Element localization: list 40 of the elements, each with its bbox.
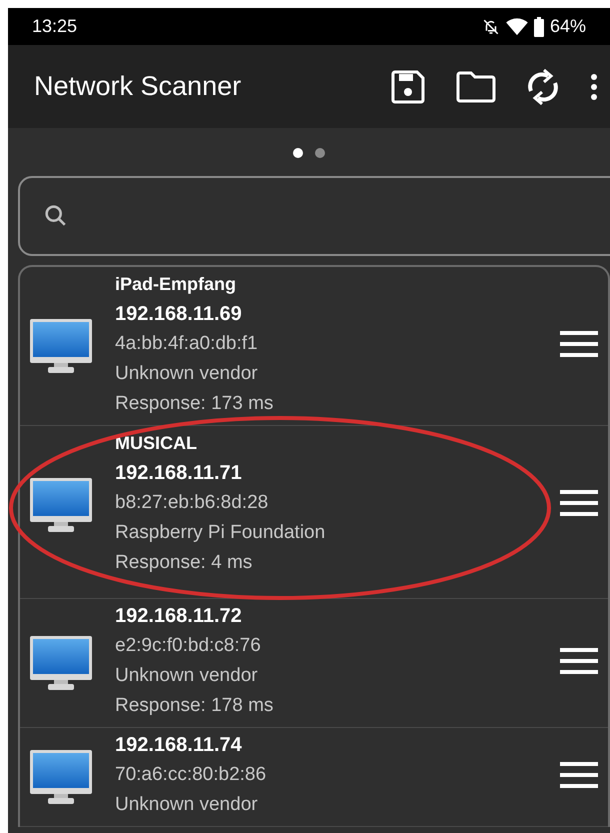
monitor-icon: [30, 478, 92, 534]
menu-icon[interactable]: [560, 490, 598, 516]
ip-address: 192.168.11.72: [115, 604, 243, 629]
response-time: Response: 173 ms: [115, 392, 274, 416]
muted-bell-icon: [482, 18, 500, 36]
mac-address: 4a:bb:4f:a0:db:f1: [115, 332, 259, 356]
device-row[interactable]: iPad-Empfang 192.168.11.69 4a:bb:4f:a0:db:f1 Unknown vendor Response: 173 ms: [20, 267, 608, 426]
more-icon[interactable]: [590, 72, 598, 100]
battery-icon: [534, 16, 544, 36]
vendor-name: Raspberry Pi Foundation: [115, 521, 326, 545]
vendor-name: Unknown vendor: [115, 362, 259, 386]
folder-icon[interactable]: [456, 70, 496, 102]
monitor-icon: [30, 319, 92, 375]
response-time: Response: 4 ms: [115, 551, 254, 575]
vendor-name: Unknown vendor: [115, 793, 259, 817]
ip-address: 192.168.11.69: [115, 302, 243, 327]
app-title: Network Scanner: [34, 70, 242, 104]
search-field[interactable]: [18, 176, 610, 256]
battery-percent: 64%: [550, 15, 586, 38]
ip-address: 192.168.11.71: [115, 461, 243, 486]
menu-icon[interactable]: [560, 648, 598, 674]
device-row[interactable]: MUSICAL 192.168.11.71 b8:27:eb:b6:8d:28 Raspberry Pi Foundation Response: 4 ms: [20, 426, 608, 599]
mac-address: b8:27:eb:b6:8d:28: [115, 491, 270, 515]
device-name: MUSICAL: [115, 432, 198, 455]
device-name: iPad-Empfang: [115, 273, 238, 296]
ip-address: 192.168.11.74: [115, 733, 243, 758]
device-row[interactable]: 192.168.11.72 e2:9c:f0:bd:c8:76 Unknown vendor Response: 178 ms: [20, 599, 608, 728]
response-time: Response: 178 ms: [115, 694, 274, 718]
save-icon[interactable]: [390, 68, 426, 104]
menu-icon[interactable]: [560, 331, 598, 357]
monitor-icon: [30, 636, 92, 692]
vendor-name: Unknown vendor: [115, 664, 259, 688]
mac-address: e2:9c:f0:bd:c8:76: [115, 634, 262, 658]
wifi-icon: [506, 18, 528, 36]
mac-address: 70:a6:cc:80:b2:86: [115, 763, 266, 787]
status-time: 13:25: [32, 15, 78, 38]
menu-icon[interactable]: [560, 762, 598, 788]
device-row[interactable]: 192.168.11.74 70:a6:cc:80:b2:86 Unknown vendor: [20, 728, 608, 827]
refresh-icon[interactable]: [526, 66, 560, 106]
monitor-icon: [30, 750, 92, 806]
